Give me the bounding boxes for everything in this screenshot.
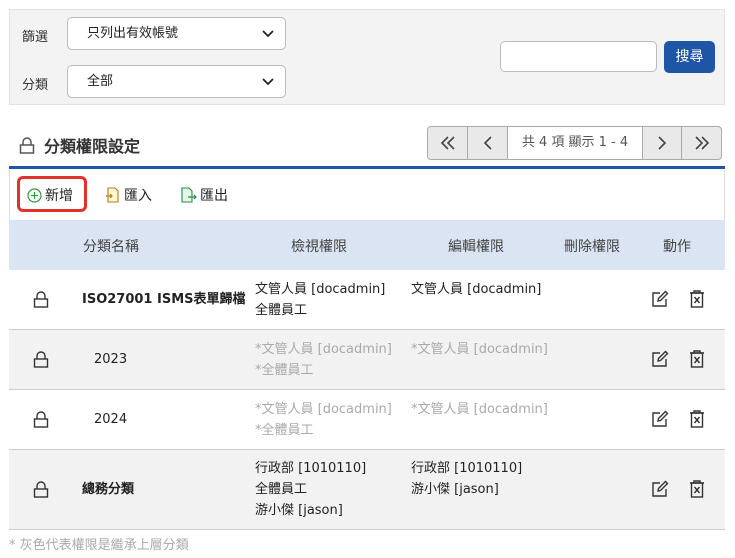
permission-entry: 文管人員 [docadmin] — [255, 282, 386, 297]
category-select[interactable]: 全部 — [67, 65, 286, 98]
first-page-button[interactable] — [427, 126, 468, 160]
double-chevron-left-icon — [440, 136, 455, 150]
pagination-info: 共 4 項 顯示 1 - 4 — [508, 126, 642, 160]
filter-panel: 篩選 只列出有效帳號 分類 全部 搜尋 — [9, 9, 725, 105]
delete-icon[interactable] — [689, 290, 705, 308]
table-row[interactable]: ISO27001 ISMS表單歸檔 文管人員 [docadmin] 全體員工 文… — [9, 270, 725, 330]
edit-icon[interactable] — [651, 290, 669, 308]
delete-icon[interactable] — [689, 410, 705, 428]
delete-icon[interactable] — [689, 350, 705, 368]
panel-accent-bar — [9, 166, 725, 169]
lock-icon — [33, 411, 49, 428]
add-label: 新增 — [45, 188, 73, 204]
plus-circle-icon — [27, 187, 42, 203]
filter-select-value: 只列出有效帳號 — [87, 26, 179, 41]
chevron-left-icon — [483, 136, 492, 150]
delete-icon[interactable] — [689, 480, 705, 498]
edit-permissions: *文管人員 [docadmin] — [411, 339, 548, 360]
panel-title: 分類權限設定 — [19, 133, 140, 157]
category-name: 總務分類 — [82, 482, 135, 497]
category-select-value: 全部 — [87, 74, 114, 89]
chevron-right-icon — [658, 136, 667, 150]
lock-icon — [33, 481, 49, 498]
permission-entry: *文管人員 [docadmin] — [411, 342, 548, 357]
category-name: 2024 — [94, 412, 128, 427]
permission-entry: 文管人員 [docadmin] — [411, 282, 542, 297]
last-page-button[interactable] — [681, 126, 722, 160]
permission-entry: 行政部 [1010110] — [411, 461, 523, 476]
lock-icon — [33, 291, 49, 308]
table-header: 分類名稱 檢視權限 編輯權限 刪除權限 動作 — [9, 220, 725, 270]
permission-entry: *文管人員 [docadmin] — [411, 402, 548, 417]
view-permissions: *文管人員 [docadmin] *全體員工 — [255, 399, 392, 441]
edit-icon[interactable] — [651, 410, 669, 428]
col-header-edit: 編輯權限 — [448, 239, 504, 255]
footnote: * 灰色代表權限是繼承上層分類 — [9, 538, 189, 553]
export-label: 匯出 — [200, 188, 228, 204]
permission-entry: *全體員工 — [255, 423, 314, 438]
edit-permissions: *文管人員 [docadmin] — [411, 399, 548, 420]
add-button[interactable]: 新增 — [27, 177, 73, 213]
permission-entry: 游小傑 [jason] — [255, 503, 343, 518]
view-permissions: 行政部 [1010110] 全體員工 游小傑 [jason] — [255, 458, 366, 521]
import-label: 匯入 — [124, 188, 152, 204]
permission-entry: *全體員工 — [255, 363, 314, 378]
col-header-name: 分類名稱 — [83, 239, 139, 255]
export-button[interactable]: 匯出 — [180, 177, 228, 213]
permission-entry: 游小傑 [jason] — [411, 482, 499, 497]
lock-icon — [19, 136, 35, 154]
category-name: 2023 — [94, 352, 128, 367]
permission-entry: *文管人員 [docadmin] — [255, 402, 392, 417]
table-row[interactable]: 2023 *文管人員 [docadmin] *全體員工 *文管人員 [docad… — [9, 330, 725, 390]
col-header-view: 檢視權限 — [291, 239, 347, 255]
permission-entry: 全體員工 — [255, 482, 308, 497]
double-chevron-right-icon — [694, 136, 709, 150]
permission-entry: *文管人員 [docadmin] — [255, 342, 392, 357]
next-page-button[interactable] — [642, 126, 682, 160]
lock-icon — [33, 351, 49, 368]
category-name: ISO27001 ISMS表單歸檔 — [82, 292, 246, 307]
edit-permissions: 文管人員 [docadmin] — [411, 279, 541, 300]
edit-icon[interactable] — [651, 350, 669, 368]
prev-page-button[interactable] — [467, 126, 508, 160]
permission-entry: 行政部 [1010110] — [255, 461, 367, 476]
category-label: 分類 — [22, 78, 49, 93]
search-button[interactable]: 搜尋 — [664, 41, 715, 73]
filter-label: 篩選 — [22, 30, 49, 45]
table-row[interactable]: 總務分類 行政部 [1010110] 全體員工 游小傑 [jason] 行政部 … — [9, 450, 725, 530]
chevron-down-icon — [262, 30, 274, 38]
panel-title-text: 分類權限設定 — [44, 137, 141, 156]
export-icon — [181, 187, 197, 203]
view-permissions: 文管人員 [docadmin] 全體員工 — [255, 279, 385, 321]
import-icon — [106, 187, 119, 203]
edit-permissions: 行政部 [1010110] 游小傑 [jason] — [411, 458, 522, 500]
search-input[interactable] — [500, 41, 657, 72]
col-header-delete: 刪除權限 — [564, 239, 620, 255]
filter-select[interactable]: 只列出有效帳號 — [67, 17, 286, 50]
col-header-action: 動作 — [663, 239, 691, 255]
import-button[interactable]: 匯入 — [105, 177, 152, 213]
view-permissions: *文管人員 [docadmin] *全體員工 — [255, 339, 392, 381]
chevron-down-icon — [262, 78, 274, 86]
edit-icon[interactable] — [651, 480, 669, 498]
table-row[interactable]: 2024 *文管人員 [docadmin] *全體員工 *文管人員 [docad… — [9, 390, 725, 450]
permission-entry: 全體員工 — [255, 303, 308, 318]
